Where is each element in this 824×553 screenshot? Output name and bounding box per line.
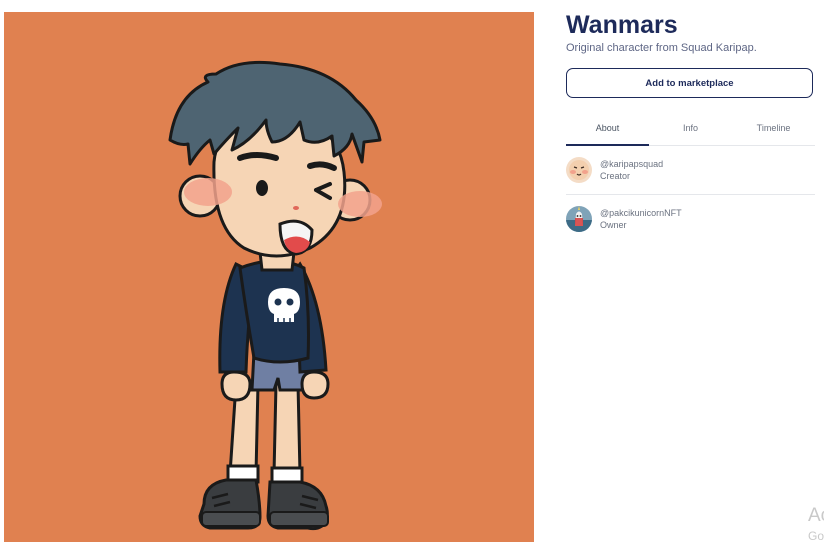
nft-artwork (4, 12, 534, 542)
watermark-line-1: Ac (808, 505, 824, 526)
add-to-marketplace-button[interactable]: Add to marketplace (566, 68, 813, 98)
unicorn-avatar[interactable] (566, 206, 592, 232)
tab-about[interactable]: About (566, 118, 649, 146)
nft-title: Wanmars (566, 11, 678, 39)
tab-info[interactable]: Info (649, 118, 732, 145)
watermark-line-2: Go (808, 529, 824, 543)
people-list: @karipapsquad Creator @pakcikunicornNFT … (566, 146, 815, 243)
nft-description: Original character from Squad Karipap. (566, 42, 757, 54)
nft-details-panel: Wanmars Original character from Squad Ka… (566, 10, 815, 232)
owner-row: @pakcikunicornNFT Owner (566, 195, 815, 243)
creator-row: @karipapsquad Creator (566, 146, 815, 195)
owner-handle-link[interactable]: @pakcikunicornNFT (600, 207, 682, 219)
creator-handle-link[interactable]: @karipapsquad (600, 158, 663, 170)
activation-watermark: Ac Go (808, 505, 824, 544)
creator-role-label: Creator (600, 171, 631, 181)
character-illustration (168, 60, 382, 531)
tab-timeline[interactable]: Timeline (732, 118, 815, 145)
detail-tabs: About Info Timeline (566, 118, 815, 146)
owner-role-label: Owner (600, 220, 627, 230)
karipap-face-avatar[interactable] (566, 157, 592, 183)
